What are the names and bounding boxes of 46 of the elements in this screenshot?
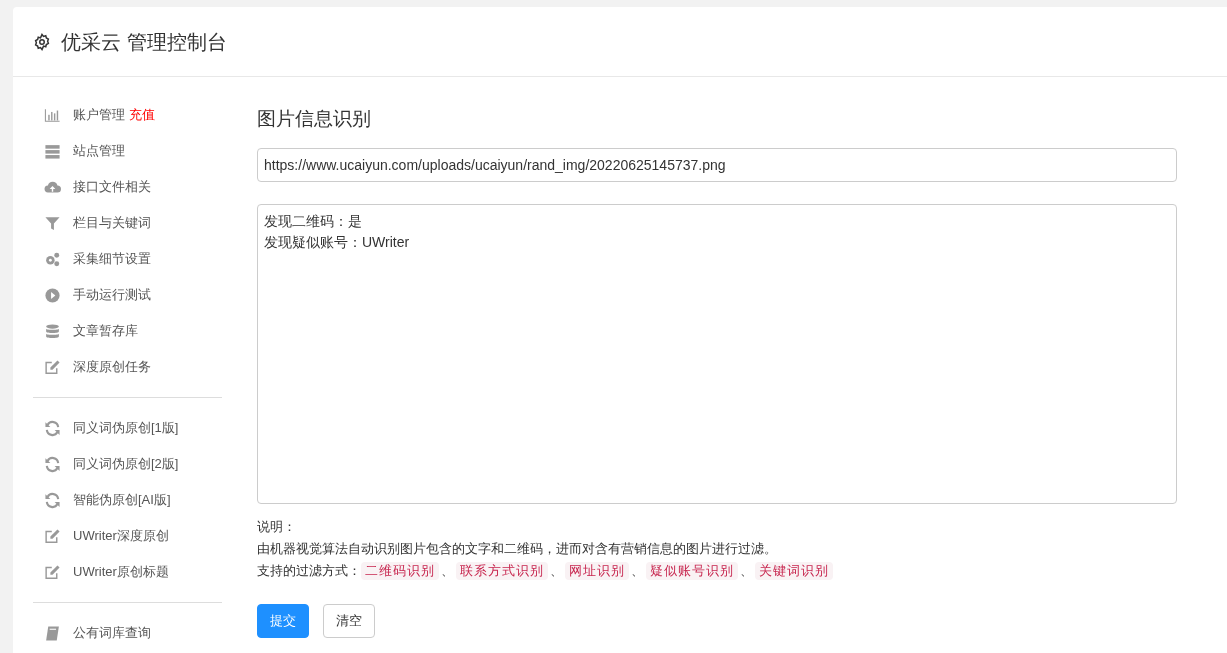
sidebar-item[interactable]: 同义词伪原创[1版]	[33, 410, 222, 446]
chart-icon	[44, 106, 61, 124]
separator-text: 、	[549, 561, 564, 580]
clear-button[interactable]: 清空	[323, 603, 375, 638]
sidebar-item[interactable]: 文章暂存库	[33, 313, 222, 349]
separator-text: 、	[630, 561, 645, 580]
filter-tag: 联系方式识别	[456, 561, 548, 580]
sidebar-item[interactable]: UWriter原创标题	[33, 554, 222, 590]
refresh-icon	[44, 455, 61, 473]
gears-icon	[44, 250, 61, 268]
filter-tag: 关键词识别	[755, 561, 833, 580]
edit-icon	[44, 563, 61, 581]
sidebar-item[interactable]: 深度原创任务	[33, 349, 222, 385]
notes-description: 由机器视觉算法自动识别图片包含的文字和二维码，进而对含有营销信息的图片进行过滤。	[257, 539, 778, 558]
sidebar-item[interactable]: UWriter深度原创	[33, 518, 222, 554]
database-icon	[44, 322, 61, 340]
section-title: 图片信息识别	[257, 107, 372, 131]
sidebar-item[interactable]: 智能伪原创[AI版]	[33, 482, 222, 518]
sidebar-item[interactable]: 账户管理	[73, 105, 125, 125]
refresh-icon	[44, 419, 61, 437]
filter-tag: 网址识别	[565, 561, 629, 580]
filter-methods-label: 支持的过滤方式：	[257, 561, 361, 580]
separator-text: 、	[739, 561, 754, 580]
sidebar-item[interactable]: 站点管理	[33, 133, 222, 169]
filter-tag: 疑似账号识别	[646, 561, 738, 580]
console-title: 优采云 管理控制台	[61, 29, 227, 55]
sidebar-item[interactable]: 同义词伪原创[2版]	[33, 446, 222, 482]
recharge-link[interactable]: 充值	[129, 105, 155, 125]
notes-heading: 说明：	[257, 517, 297, 536]
url-field[interactable]: https://www.ucaiyun.com/uploads/ucaiyun/rand_img/20220625145737.png	[257, 147, 1177, 182]
result-box[interactable]: 发现二维码：是 发现疑似账号：UWriter	[257, 203, 1177, 504]
separator-text: 、	[440, 561, 455, 580]
settings-icon	[33, 32, 51, 51]
edit-icon	[44, 358, 61, 376]
refresh-icon	[44, 491, 61, 509]
sidebar-item[interactable]: 接口文件相关	[33, 169, 222, 205]
sidebar-item[interactable]: 公有词库查询	[33, 615, 222, 651]
filter-icon	[44, 214, 61, 232]
sidebar-item[interactable]: 手动运行测试	[33, 277, 222, 313]
server-icon	[44, 142, 61, 160]
play-icon	[44, 286, 61, 304]
sidebar-item[interactable]: 采集细节设置	[33, 241, 222, 277]
filter-tag: 二维码识别	[361, 561, 439, 580]
book-icon	[44, 624, 61, 642]
edit-icon	[44, 527, 61, 545]
sidebar-item[interactable]: 栏目与关键词	[33, 205, 222, 241]
